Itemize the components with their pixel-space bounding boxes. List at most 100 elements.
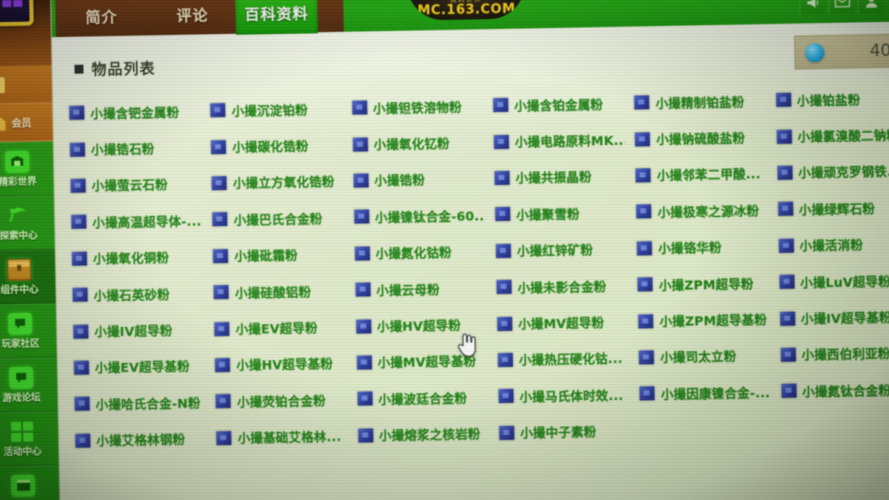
screen-photo: 物品列表 40 小撮含钯金属粉 小撮沉淀铂粉 小撮钽铁溶物粉 小撮含铂金属粉 小撮精制铂… — [0, 0, 889, 500]
item-block-icon — [635, 168, 652, 183]
item-entry[interactable]: 小撮基础艾格林... — [208, 417, 350, 456]
item-counter: 40 — [794, 33, 889, 70]
sidebar-item-forum[interactable]: 游戏论坛 — [0, 357, 59, 413]
item-entry[interactable]: 小撮艾格林钢粉 — [67, 420, 209, 459]
item-entry[interactable]: 小撮马氏体时效... — [490, 376, 632, 415]
item-entry[interactable]: 小撮波廷合金粉 — [349, 378, 491, 417]
sidebar-orange-row-2[interactable]: 会员 — [0, 103, 54, 143]
tab-wiki[interactable]: 百科资料 — [235, 0, 318, 35]
item-entry[interactable]: 小撮锆粉 — [345, 160, 487, 199]
item-entry[interactable]: 小撮EV超导粉 — [206, 308, 348, 347]
item-entry-label: 小撮云母粉 — [376, 281, 440, 298]
item-entry[interactable]: 小撮西伯利亚粉 — [772, 334, 889, 373]
item-entry[interactable]: 小撮HV超导粉 — [348, 306, 490, 345]
item-block-icon — [775, 92, 791, 108]
item-entry[interactable]: 小撮绿辉石粉 — [770, 189, 889, 228]
sidebar-item-community-label: 玩家社区 — [1, 337, 40, 350]
item-entry-label: 小撮马氏体时效... — [519, 387, 624, 405]
item-entry[interactable]: 小撮聚雪粉 — [487, 194, 629, 233]
item-entry[interactable]: 小撮镍钛合金-60... — [346, 196, 488, 235]
item-entry[interactable]: 小撮EV超导基粉 — [66, 347, 208, 386]
item-entry-label: 小撮碳化锆粉 — [232, 138, 309, 155]
item-entry[interactable]: 小撮哈氏合金-N粉 — [66, 384, 208, 423]
item-block-icon — [211, 139, 227, 154]
tab-comments-label: 评论 — [176, 6, 209, 25]
item-entry[interactable]: 小撮氮钛合金粉 — [773, 371, 889, 410]
user-icon[interactable] — [857, 0, 884, 14]
item-entry[interactable]: 小撮ZPM超导粉 — [630, 264, 772, 303]
item-entry[interactable]: 小撮精制铂盐粉 — [626, 82, 768, 121]
item-entry[interactable]: 小撮未影合金粉 — [488, 267, 630, 306]
item-block-icon — [71, 214, 87, 230]
item-entry[interactable]: 小撮MV超导粉 — [489, 303, 631, 342]
item-entry[interactable]: 小撮沉淀铂粉 — [202, 90, 344, 129]
item-entry[interactable]: 小撮巴氏合金粉 — [204, 199, 346, 238]
item-entry[interactable]: 小撮因康镍合金-... — [632, 373, 774, 412]
sidebar-orange-row-1[interactable] — [0, 65, 54, 105]
item-entry[interactable]: 小撮中子素粉 — [491, 412, 633, 451]
sidebar-item-activity[interactable]: 活动中心 — [0, 411, 60, 467]
tab-intro[interactable]: 简介 — [55, 0, 148, 37]
item-entry[interactable]: 小撮ZPM超导基粉 — [630, 300, 772, 339]
item-block-icon — [215, 357, 231, 373]
openbox-icon — [10, 474, 36, 497]
item-entry[interactable]: 小撮碳化锆粉 — [203, 126, 345, 165]
sidebar-item-activity-label: 活动中心 — [3, 445, 42, 458]
item-entry[interactable]: 小撮钽铁溶物粉 — [344, 87, 486, 126]
item-block-icon — [637, 277, 654, 292]
sidebar-item-explore[interactable]: 探索中心 — [0, 195, 56, 251]
item-entry[interactable]: 小撮钠硫酸盐粉 — [627, 118, 769, 157]
item-block-icon — [639, 386, 656, 401]
item-entry[interactable]: 小撮氧化钇粉 — [344, 124, 486, 163]
item-block-icon — [354, 246, 370, 261]
item-entry[interactable]: 小撮铂盐粉 — [768, 80, 889, 119]
sidebar-item-components[interactable]: 组件中心 — [0, 249, 57, 305]
item-entry[interactable]: 小撮共振晶粉 — [486, 157, 628, 196]
item-block-icon — [69, 142, 86, 157]
item-entry[interactable]: 小撮立方氧化锆粉 — [204, 163, 346, 202]
item-entry[interactable]: 小撮锆石粉 — [62, 129, 204, 168]
item-entry-label: 小撮波廷合金粉 — [378, 390, 468, 408]
item-block-icon — [781, 383, 797, 399]
site-logo: 我的世界 MC.163.COM — [407, 0, 526, 21]
item-entry[interactable]: 小撮IV超导粉 — [65, 311, 207, 350]
item-entry[interactable]: 小撮电路原料MK... — [486, 121, 628, 160]
item-entry[interactable]: 小撮熔浆之核岩粉 — [350, 415, 492, 454]
item-entry[interactable]: 小撮LuV超导粉 — [771, 261, 889, 300]
item-entry[interactable]: 小撮活消粉 — [770, 225, 889, 264]
item-entry[interactable]: 小撮氧化铜粉 — [64, 238, 206, 277]
item-block-icon — [635, 131, 651, 147]
item-block-icon — [215, 394, 232, 409]
item-entry[interactable]: 小撮MV超导基粉 — [348, 342, 490, 381]
item-entry[interactable]: 小撮IV超导基粉 — [772, 298, 889, 337]
item-entry[interactable]: 小撮红锌矿粉 — [488, 230, 630, 269]
item-entry[interactable]: 小撮热压硬化钴... — [490, 339, 632, 378]
item-entry[interactable]: 小撮含铂金属粉 — [485, 85, 627, 124]
tab-comments[interactable]: 评论 — [147, 0, 238, 35]
avatar[interactable] — [0, 0, 34, 27]
mail-icon[interactable] — [828, 0, 855, 14]
item-entry[interactable]: 小撮砒霜粉 — [205, 235, 347, 274]
sidebar-item-world[interactable]: 精彩世界 — [0, 141, 55, 197]
sidebar-item-openbox[interactable]: 开箱 — [0, 465, 61, 500]
sidebar-item-community[interactable]: 玩家社区 — [0, 303, 58, 359]
item-entry[interactable]: 小撮极寒之源冰粉 — [628, 191, 770, 230]
item-entry-label: 小撮LuV超导粉 — [800, 273, 889, 291]
item-entry[interactable]: 小撮氮化钴粉 — [346, 233, 488, 272]
item-entry[interactable]: 小撮云母粉 — [347, 269, 489, 308]
item-entry[interactable]: 小撮荧铂合金粉 — [208, 381, 350, 420]
item-entry[interactable]: 小撮司太立粉 — [631, 337, 773, 376]
item-entry[interactable]: 小撮铬华粉 — [629, 228, 771, 267]
megaphone-icon[interactable] — [799, 0, 826, 15]
item-entry[interactable]: 小撮硅酸铝粉 — [206, 272, 348, 311]
item-entry[interactable]: 小撮氯溴酸二钠粉 — [768, 116, 889, 155]
item-entry[interactable]: 小撮萤云石粉 — [62, 165, 204, 204]
item-entry[interactable]: 小撮HV超导基粉 — [207, 345, 349, 384]
item-entry[interactable]: 小撮含钯金属粉 — [61, 92, 203, 131]
item-entry[interactable]: 小撮邻苯二甲酸... — [628, 155, 770, 194]
item-entry[interactable]: 小撮高温超导体-... — [63, 202, 205, 241]
item-entry[interactable]: 小撮顽克罗钢铁... — [769, 152, 889, 191]
item-entry-label: 小撮MV超导粉 — [518, 315, 605, 332]
item-entry-label: 小撮铂盐粉 — [796, 92, 861, 109]
item-entry[interactable]: 小撮石英砂粉 — [64, 274, 206, 313]
